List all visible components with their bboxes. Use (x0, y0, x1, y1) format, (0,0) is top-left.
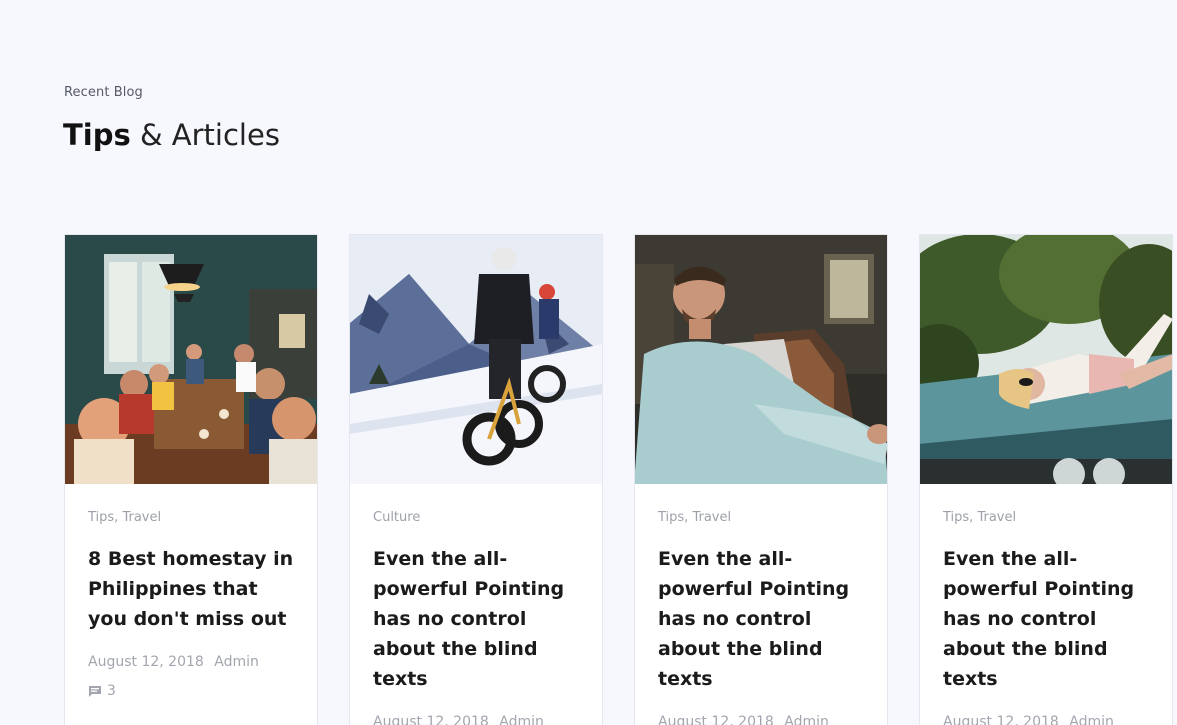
post-title[interactable]: Even the all-powerful Pointing has no co… (658, 544, 864, 694)
blog-card[interactable]: Tips, Travel Even the all-powerful Point… (919, 234, 1173, 725)
section-eyebrow: Recent Blog (64, 85, 143, 100)
post-image-woman-car[interactable] (920, 235, 1172, 484)
post-author[interactable]: Admin (214, 654, 259, 670)
post-image-snow-bike[interactable] (350, 235, 602, 484)
post-categories[interactable]: Tips, Travel (658, 510, 864, 525)
post-image-restaurant[interactable] (65, 235, 317, 484)
post-title[interactable]: Even the all-powerful Pointing has no co… (373, 544, 579, 694)
post-comments[interactable]: 3 (88, 683, 294, 699)
post-meta: August 12, 2018 Admin (943, 714, 1149, 725)
post-date[interactable]: August 12, 2018 (373, 714, 489, 725)
post-categories[interactable]: Culture (373, 510, 579, 525)
blog-card[interactable]: Culture Even the all-powerful Pointing h… (349, 234, 603, 725)
post-title[interactable]: Even the all-powerful Pointing has no co… (943, 544, 1149, 694)
post-title[interactable]: 8 Best homestay in Philippines that you … (88, 544, 294, 634)
chat-icon (89, 685, 101, 697)
post-meta: August 12, 2018 Admin (373, 714, 579, 725)
post-meta: August 12, 2018 Admin (88, 654, 294, 670)
post-categories[interactable]: Tips, Travel (88, 510, 294, 525)
post-author[interactable]: Admin (1069, 714, 1114, 725)
comment-count: 3 (107, 683, 116, 699)
heading-light: & Articles (139, 118, 280, 152)
blog-card[interactable]: Tips, Travel 8 Best homestay in Philippi… (64, 234, 318, 725)
heading-bold: Tips (63, 118, 131, 152)
post-categories[interactable]: Tips, Travel (943, 510, 1149, 525)
post-author[interactable]: Admin (499, 714, 544, 725)
post-date[interactable]: August 12, 2018 (658, 714, 774, 725)
post-date[interactable]: August 12, 2018 (943, 714, 1059, 725)
post-author[interactable]: Admin (784, 714, 829, 725)
blog-card[interactable]: Tips, Travel Even the all-powerful Point… (634, 234, 888, 725)
post-meta: August 12, 2018 Admin (658, 714, 864, 725)
post-date[interactable]: August 12, 2018 (88, 654, 204, 670)
post-image-man-armchair[interactable] (635, 235, 887, 484)
blog-section: Recent Blog Tips & Articles Tips, Travel… (0, 0, 1177, 725)
section-heading: Tips & Articles (63, 118, 280, 152)
